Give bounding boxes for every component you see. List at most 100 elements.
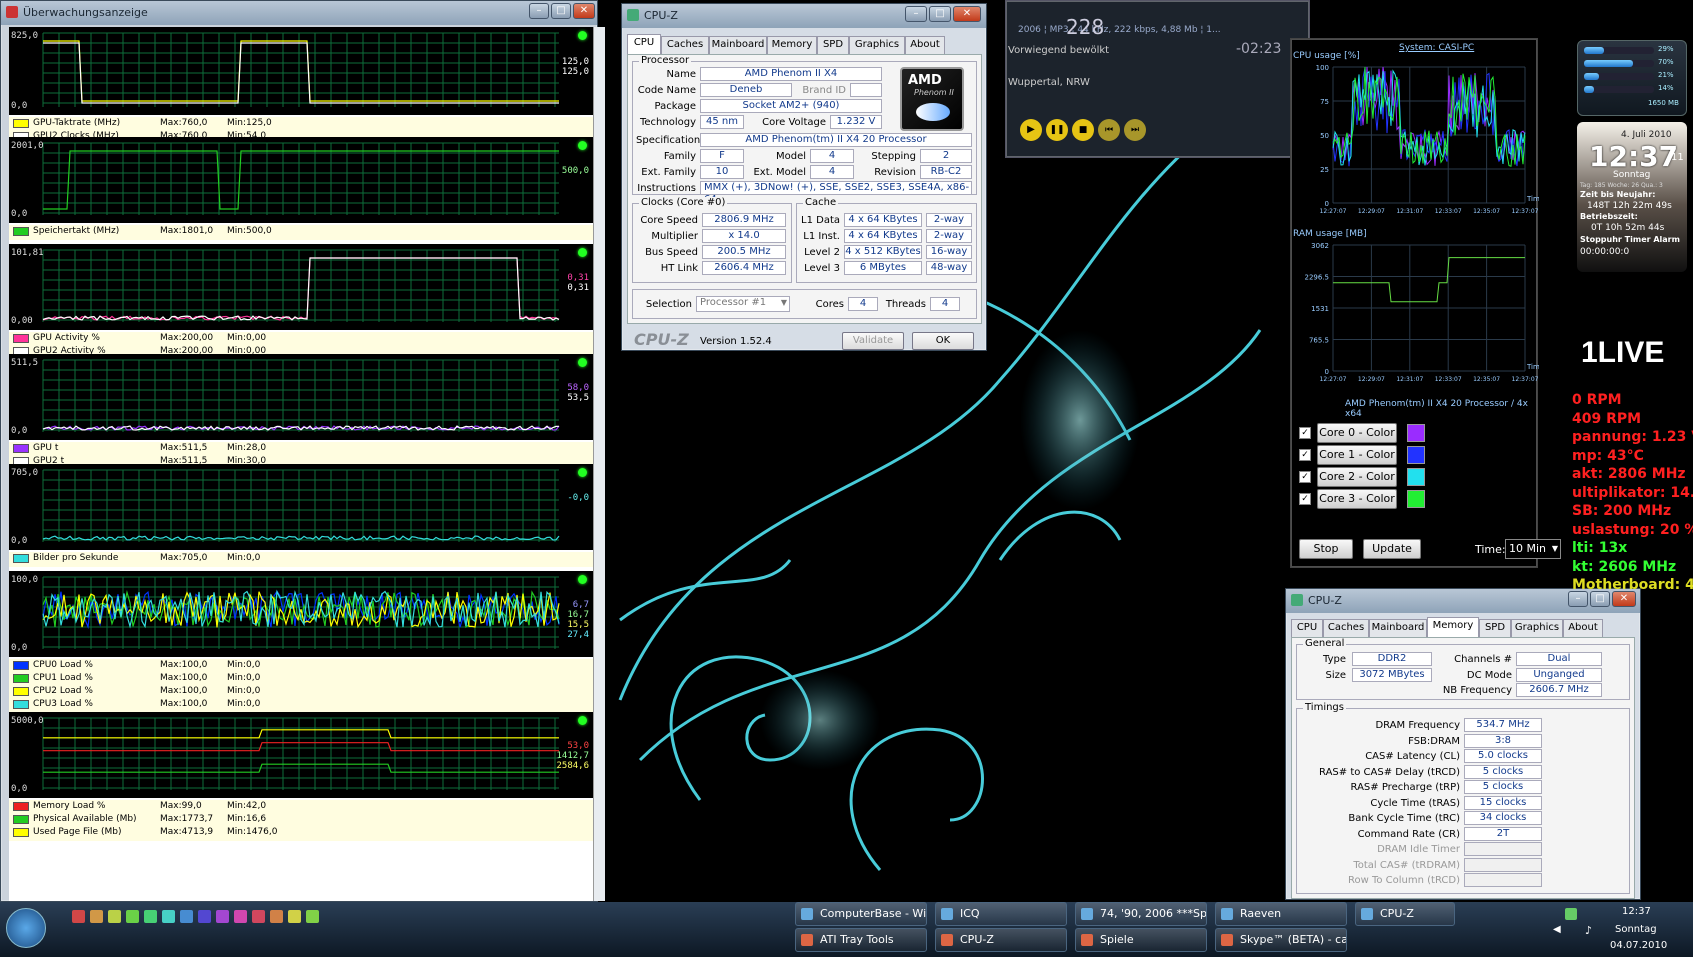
taskbar-button[interactable]: ATI Tray Tools [795,928,927,952]
tab-mainboard[interactable]: Mainboard [709,36,767,54]
core-color-button[interactable]: Core 1 - Color [1317,445,1397,465]
selection-label: Selection [645,299,692,310]
tab-caches[interactable]: Caches [1323,619,1369,637]
legend-row[interactable]: GPU Activity % Max:200,00 Min:0,00 [9,332,593,345]
prev-button[interactable]: ⏮ [1098,119,1120,141]
tab-cpu[interactable]: CPU [1291,619,1323,637]
quicklaunch-icon[interactable] [126,910,139,923]
taskbar-button[interactable]: CPU-Z [1355,902,1455,926]
cpuz-close-button[interactable]: ✕ [953,6,981,22]
volume-icon[interactable]: ♪ [1585,924,1597,937]
cpuz2-maximize-button[interactable]: □ [1590,591,1610,607]
core-color-swatch[interactable] [1407,446,1425,464]
processor-select[interactable]: Processor #1 ▼ [696,296,790,312]
stop-button[interactable]: ■ [1072,119,1094,141]
quicklaunch-icon[interactable] [72,910,85,923]
cpuz2-close-button[interactable]: ✕ [1612,591,1636,607]
core-color-swatch[interactable] [1407,490,1425,508]
core-color-button[interactable]: Core 0 - Color [1317,423,1397,443]
network-icon[interactable] [1565,908,1577,920]
start-button[interactable] [6,908,46,948]
quicklaunch-icon[interactable] [162,910,175,923]
legend-row[interactable]: CPU3 Load % Max:100,0 Min:0,0 [9,698,593,711]
taskbar-button[interactable]: ICQ [935,902,1067,926]
quicklaunch-icon[interactable] [234,910,247,923]
cache-label: Cache [803,197,839,208]
tab-about[interactable]: About [905,36,945,54]
tab-caches[interactable]: Caches [661,36,709,54]
quicklaunch-icon[interactable] [288,910,301,923]
legend-row[interactable]: GPU t Max:511,5 Min:28,0 [9,442,593,455]
update-button[interactable]: Update [1363,539,1421,559]
cpuz-titlebar[interactable]: CPU-Z – □ ✕ [622,4,986,28]
validate-button[interactable]: Validate [842,332,904,350]
legend-name: GPU-Taktrate (MHz) [33,118,121,128]
legend-row[interactable]: CPU2 Load % Max:100,0 Min:0,0 [9,685,593,698]
quicklaunch-icon[interactable] [216,910,229,923]
quicklaunch-icon[interactable] [252,910,265,923]
core-checkbox[interactable]: ✓ [1299,471,1311,483]
tab-graphics[interactable]: Graphics [849,36,905,54]
quicklaunch-icon[interactable] [180,910,193,923]
core-color-button[interactable]: Core 3 - Color [1317,489,1397,509]
tab-mainboard[interactable]: Mainboard [1369,619,1427,637]
core-checkbox[interactable]: ✓ [1299,427,1311,439]
tab-spd[interactable]: SPD [1479,619,1511,637]
time-select[interactable]: 10 Min ▼ [1505,539,1561,559]
legend-row[interactable]: Bilder pro Sekunde Max:705,0 Min:0,0 [9,552,593,565]
tab-graphics[interactable]: Graphics [1511,619,1563,637]
quicklaunch-icon[interactable] [144,910,157,923]
cpuz-memory-title: CPU-Z [1308,594,1342,607]
legend-row[interactable]: Speichertakt (MHz) Max:1801,0 Min:500,0 [9,225,593,238]
core-checkbox[interactable]: ✓ [1299,449,1311,461]
core-color-button[interactable]: Core 2 - Color [1317,467,1397,487]
taskbar-button[interactable]: Skype™ (BETA) - car... [1215,928,1347,952]
legend-row[interactable]: Used Page File (Mb) Max:4713,9 Min:1476,0 [9,826,593,839]
pause-button[interactable]: ❚❚ [1046,119,1068,141]
cpuz-maximize-button[interactable]: □ [929,6,951,22]
tab-memory[interactable]: Memory [1427,617,1479,637]
quicklaunch-icon[interactable] [198,910,211,923]
monitoring-scrollbar[interactable] [593,27,605,901]
stop-button[interactable]: Stop [1299,539,1353,559]
core-checkbox[interactable]: ✓ [1299,493,1311,505]
play-button[interactable]: ▶ [1020,119,1042,141]
current-value: 125,0 [561,67,589,77]
legend-row[interactable]: CPU0 Load % Max:100,0 Min:0,0 [9,659,593,672]
legend-swatch [13,227,29,236]
tray-expand-icon[interactable]: ◀ [1553,924,1561,935]
cpuz-minimize-button[interactable]: – [905,6,927,22]
legend-row[interactable]: CPU1 Load % Max:100,0 Min:0,0 [9,672,593,685]
l1-data-assoc: 2-way [926,213,972,227]
monitoring-titlebar[interactable]: Überwachungsanzeige – □ ✕ [1,1,597,25]
ok-button[interactable]: OK [912,332,974,350]
taskbar-button[interactable]: 74, '90, 2006 ***Spor... [1075,902,1207,926]
tab-spd[interactable]: SPD [817,36,849,54]
close-button[interactable]: ✕ [573,3,595,19]
tab-memory[interactable]: Memory [767,36,817,54]
level2-assoc: 16-way [926,245,972,259]
core-color-swatch[interactable] [1407,424,1425,442]
legend-row[interactable]: Physical Available (Mb) Max:1773,7 Min:16,… [9,813,593,826]
taskbar-button[interactable]: CPU-Z [935,928,1067,952]
quicklaunch-icon[interactable] [90,910,103,923]
chevron-down-icon: ▼ [1551,544,1558,553]
legend-row[interactable]: GPU-Taktrate (MHz) Max:760,0 Min:125,0 [9,117,593,130]
minimize-button[interactable]: – [529,3,549,19]
legend-row[interactable]: Memory Load % Max:99,0 Min:42,0 [9,800,593,813]
core-color-swatch[interactable] [1407,468,1425,486]
clock-tabs[interactable]: Stoppuhr Timer Alarm [1580,235,1680,244]
cpuz2-minimize-button[interactable]: – [1568,591,1588,607]
tab-cpu[interactable]: CPU [627,34,661,54]
quicklaunch-icon[interactable] [270,910,283,923]
quicklaunch-icon[interactable] [306,910,319,923]
quicklaunch-icon[interactable] [108,910,121,923]
taskbar-button[interactable]: Spiele [1075,928,1207,952]
taskbar-button[interactable]: Raeven [1215,902,1347,926]
taskbar-label: 74, '90, 2006 ***Spor... [1100,907,1207,920]
tab-about[interactable]: About [1563,619,1603,637]
taskbar-button[interactable]: ComputerBase - Wi... [795,902,927,926]
clock-date: 4. Juli 2010 [1621,130,1672,140]
next-button[interactable]: ⏭ [1124,119,1146,141]
maximize-button[interactable]: □ [551,3,571,19]
